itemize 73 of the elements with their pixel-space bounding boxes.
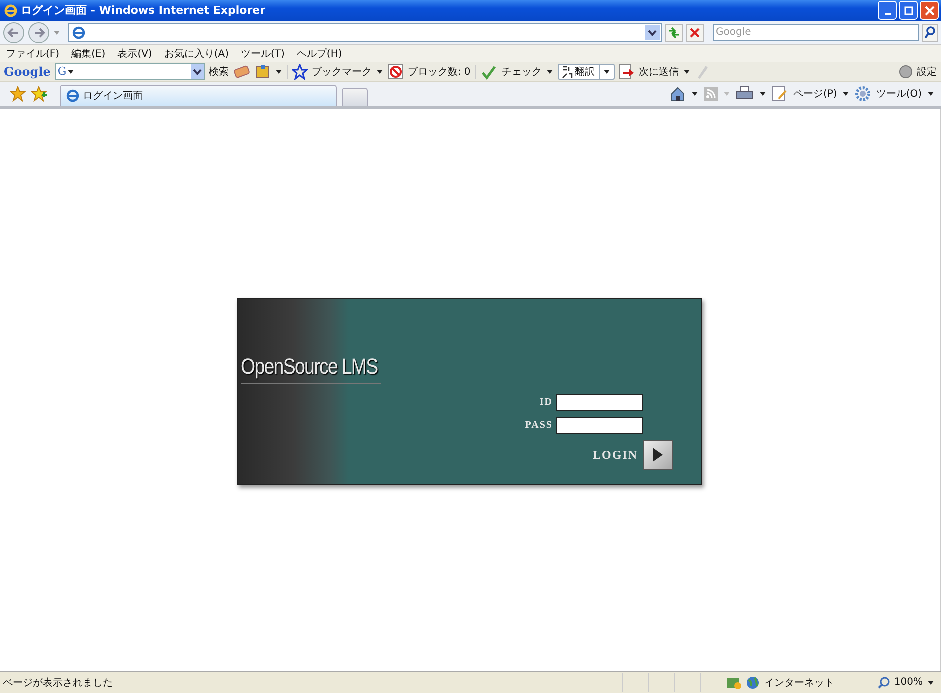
maximize-button[interactable] bbox=[899, 1, 918, 20]
add-favorite-icon[interactable] bbox=[31, 86, 47, 102]
stop-button[interactable] bbox=[686, 24, 704, 42]
caret-icon[interactable] bbox=[691, 90, 700, 98]
close-button[interactable] bbox=[920, 1, 939, 20]
block-count[interactable]: ブロック数: 0 bbox=[408, 64, 471, 78]
globe-icon bbox=[746, 676, 760, 690]
caret-icon bbox=[723, 90, 732, 98]
caret-icon[interactable] bbox=[927, 90, 935, 98]
browser-icon bbox=[4, 4, 18, 18]
field-label: PASS bbox=[525, 420, 553, 431]
caret-icon[interactable] bbox=[682, 68, 691, 76]
window-title: ログイン画面 - Windows Internet Explorer bbox=[21, 3, 266, 18]
caret-icon[interactable] bbox=[842, 90, 850, 98]
toolbar-logo: Google bbox=[4, 64, 51, 78]
site-logo: OpenSource LMS bbox=[241, 354, 382, 384]
zoom-level[interactable]: 100% bbox=[894, 677, 923, 688]
send-button[interactable]: 次に送信 bbox=[638, 64, 679, 78]
search-icon[interactable] bbox=[922, 24, 938, 42]
close-icon bbox=[924, 6, 934, 16]
caret-icon[interactable] bbox=[66, 68, 75, 76]
menu-item[interactable]: ヘルプ(H) bbox=[296, 46, 342, 60]
menu-item[interactable]: ファイル(F) bbox=[6, 46, 60, 60]
block-icon bbox=[388, 64, 404, 80]
page-menu[interactable]: ページ(P) bbox=[793, 87, 838, 101]
printer-icon[interactable] bbox=[736, 86, 754, 102]
search-engine-logo[interactable]: G bbox=[58, 65, 67, 78]
menu-item[interactable]: お気に入り(A) bbox=[164, 46, 229, 60]
gear-icon bbox=[855, 86, 872, 102]
search-field[interactable]: Google bbox=[713, 24, 919, 41]
tools-menu[interactable]: ツール(O) bbox=[876, 87, 922, 101]
browser-tab[interactable]: ログイン画面 bbox=[60, 85, 337, 106]
search-button[interactable]: 検索 bbox=[208, 64, 229, 78]
minimize-button[interactable] bbox=[878, 1, 897, 20]
refresh-button[interactable] bbox=[665, 24, 683, 42]
zoom-icon[interactable] bbox=[878, 676, 890, 688]
favorites-star-icon[interactable] bbox=[10, 86, 26, 102]
caret-icon[interactable] bbox=[927, 678, 935, 686]
input-field[interactable] bbox=[556, 394, 643, 411]
caret-icon[interactable] bbox=[274, 68, 283, 76]
translate-icon bbox=[560, 64, 573, 78]
dropdown-icon[interactable] bbox=[645, 25, 660, 40]
spellcheck-icon bbox=[480, 64, 498, 80]
translate-button[interactable]: 翻訳 bbox=[558, 64, 615, 80]
settings-button[interactable]: 設定 bbox=[917, 64, 937, 78]
input-field[interactable] bbox=[556, 417, 643, 434]
caret-icon[interactable] bbox=[546, 68, 554, 76]
star-icon[interactable] bbox=[292, 64, 308, 80]
maximize-icon bbox=[904, 6, 914, 16]
address-field[interactable] bbox=[68, 23, 662, 42]
minimize-icon bbox=[884, 12, 890, 14]
back-button[interactable] bbox=[3, 22, 25, 44]
toolbar-search-field[interactable]: G bbox=[54, 63, 205, 80]
caret-icon[interactable] bbox=[759, 90, 768, 98]
bookmarks-menu[interactable]: ブックマーク bbox=[312, 64, 372, 78]
menu-item[interactable]: ツール(T) bbox=[241, 46, 285, 60]
send-icon bbox=[618, 64, 635, 80]
forward-button[interactable] bbox=[28, 22, 50, 44]
page-icon bbox=[66, 89, 80, 103]
check-button[interactable]: チェック bbox=[502, 64, 542, 78]
page-icon bbox=[72, 26, 86, 40]
field-label: ID bbox=[540, 397, 553, 408]
page-edit-icon bbox=[772, 86, 788, 102]
login-label: LOGIN bbox=[592, 448, 638, 462]
home-icon[interactable] bbox=[670, 86, 686, 102]
login-button[interactable] bbox=[643, 440, 673, 470]
security-zone: インターネット bbox=[764, 676, 836, 690]
menu-item[interactable]: 表示(V) bbox=[118, 46, 152, 60]
play-icon bbox=[653, 448, 663, 462]
menu-item[interactable]: 編集(E) bbox=[72, 46, 106, 60]
dropdown-icon[interactable] bbox=[190, 64, 204, 79]
status-message: ページが表示されました bbox=[3, 676, 114, 690]
caret-icon[interactable] bbox=[376, 68, 384, 76]
